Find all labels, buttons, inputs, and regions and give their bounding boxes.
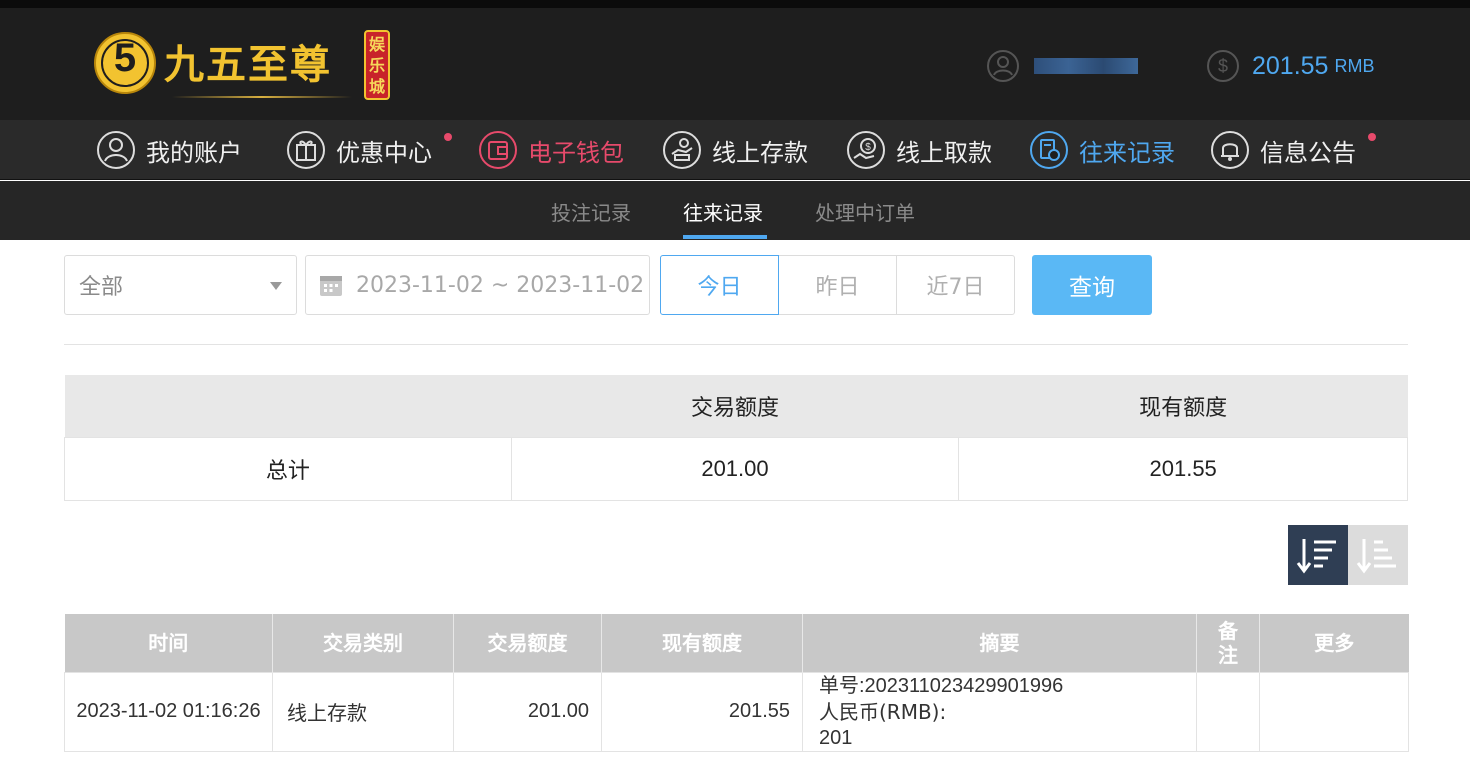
username-masked xyxy=(1034,58,1138,74)
nav-item-my-account[interactable]: 我的账户 xyxy=(96,129,242,171)
main-nav: 我的账户 优惠中心 电子钱包 线上存款 $ 线上取款 往来记录 信息公告 xyxy=(0,120,1470,180)
cell-balance: 201.55 xyxy=(601,671,803,752)
divider xyxy=(64,344,1408,345)
cell-amount: 201.00 xyxy=(453,671,602,752)
balance-amount: 201.55 xyxy=(1252,51,1329,80)
date-range-input[interactable]: 2023-11-02 ~ 2023-11-02 xyxy=(305,255,650,315)
column-header-balance[interactable]: 现有额度 xyxy=(601,614,803,672)
summary-amount: 201 xyxy=(819,726,853,749)
summary-header-label xyxy=(64,375,512,437)
cell-time: 2023-11-02 01:16:26 xyxy=(64,671,273,752)
cell-more[interactable] xyxy=(1259,671,1409,752)
summary-header-row: 交易额度 现有额度 xyxy=(64,375,1408,437)
sort-desc-button[interactable] xyxy=(1288,525,1348,585)
column-header-more[interactable]: 更多 xyxy=(1259,614,1409,672)
top-strip xyxy=(0,0,1470,8)
nav-item-online-deposit[interactable]: 线上存款 xyxy=(662,129,808,171)
logo-badge-text: 娱乐城 xyxy=(369,35,386,96)
column-header-type[interactable]: 交易类别 xyxy=(272,614,454,672)
quick-date-yesterday[interactable]: 昨日 xyxy=(778,255,897,315)
quick-date-today[interactable]: 今日 xyxy=(660,255,779,315)
logo-badge: 娱乐城 xyxy=(364,30,390,100)
svg-text:$: $ xyxy=(1218,56,1228,76)
records-table: 时间 交易类别 交易额度 现有额度 摘要 备注 更多 2023-11-02 01… xyxy=(64,614,1409,752)
nav-label: 优惠中心 xyxy=(336,138,432,167)
nav-label: 往来记录 xyxy=(1079,138,1175,167)
nav-item-e-wallet[interactable]: 电子钱包 xyxy=(478,129,624,171)
calendar-icon xyxy=(320,276,342,296)
tab-pending-orders[interactable]: 处理中订单 xyxy=(815,197,915,226)
notification-dot xyxy=(444,133,452,141)
type-select-value: 全部 xyxy=(79,275,124,300)
svg-text:$: $ xyxy=(865,142,871,153)
balance-currency: RMB xyxy=(1334,55,1375,76)
quick-date-last-7-days[interactable]: 近7日 xyxy=(896,255,1015,315)
sort-desc-icon xyxy=(1296,539,1336,574)
summary-current-amount: 201.55 xyxy=(958,436,1408,501)
wallet-icon xyxy=(479,131,517,169)
balance-info: $ 201.55 RMB xyxy=(1206,48,1374,84)
site-logo[interactable]: 5 九五至尊 娱乐城 xyxy=(92,22,392,108)
summary-currency: 人民币(RMB): xyxy=(819,699,947,724)
summary-table: 交易额度 现有额度 总计 201.00 201.55 xyxy=(64,375,1408,501)
query-button[interactable]: 查询 xyxy=(1032,255,1152,315)
logo-mark-text: 5 xyxy=(113,36,137,80)
nav-label: 电子钱包 xyxy=(528,138,624,167)
header: 5 九五至尊 娱乐城 $ 201.55 RMB xyxy=(0,8,1470,120)
sort-asc-button[interactable] xyxy=(1348,525,1408,585)
tab-active-indicator xyxy=(683,235,767,239)
column-header-remark-text: 备注 xyxy=(1218,618,1238,667)
quick-date-group: 今日 昨日 近7日 xyxy=(660,255,1015,315)
summary-header-trade: 交易额度 xyxy=(511,375,959,437)
withdraw-icon: $ xyxy=(847,131,885,169)
nav-item-promotions[interactable]: 优惠中心 xyxy=(286,129,452,171)
logo-text: 九五至尊 xyxy=(164,41,332,88)
tab-bet-records[interactable]: 投注记录 xyxy=(551,197,631,226)
summary-trade-amount: 201.00 xyxy=(510,436,960,501)
deposit-icon xyxy=(663,131,701,169)
nav-item-transaction-records[interactable]: 往来记录 xyxy=(1029,129,1175,171)
nav-label: 线上取款 xyxy=(896,138,992,167)
nav-item-announcements[interactable]: 信息公告 xyxy=(1210,129,1376,171)
user-icon xyxy=(97,131,135,169)
summary-order-no: 单号:202311023429901996 xyxy=(819,674,1064,697)
cell-remark xyxy=(1196,671,1260,752)
table-row[interactable]: 2023-11-02 01:16:26 线上存款 201.00 201.55 单… xyxy=(64,671,1409,752)
nav-label: 我的账户 xyxy=(146,138,242,167)
nav-label: 信息公告 xyxy=(1260,138,1356,167)
column-header-amount[interactable]: 交易额度 xyxy=(453,614,602,672)
cell-type: 线上存款 xyxy=(272,671,454,752)
summary-total-label: 总计 xyxy=(64,436,512,501)
chevron-down-icon xyxy=(270,282,282,290)
records-header-row: 时间 交易类别 交易额度 现有额度 摘要 备注 更多 xyxy=(64,614,1409,672)
summary-row: 总计 201.00 201.55 xyxy=(64,436,1408,501)
bell-icon xyxy=(1211,131,1249,169)
cell-summary: 单号:202311023429901996 人民币(RMB): 201 xyxy=(802,671,1197,752)
dollar-icon: $ xyxy=(1207,50,1239,82)
records-icon xyxy=(1030,131,1068,169)
column-header-time[interactable]: 时间 xyxy=(64,614,273,672)
tab-transaction-records[interactable]: 往来记录 xyxy=(683,197,763,226)
sort-asc-icon xyxy=(1356,539,1396,574)
column-header-remark[interactable]: 备注 xyxy=(1196,614,1260,672)
date-range-value: 2023-11-02 ~ 2023-11-02 xyxy=(356,272,645,298)
nav-label: 线上存款 xyxy=(712,138,808,167)
type-select[interactable]: 全部 xyxy=(64,255,297,315)
summary-header-current: 现有额度 xyxy=(958,375,1408,437)
notification-dot xyxy=(1368,133,1376,141)
column-header-summary[interactable]: 摘要 xyxy=(802,614,1197,672)
logo-ornament xyxy=(172,96,352,98)
user-icon xyxy=(987,50,1019,82)
user-info[interactable] xyxy=(986,48,1138,84)
sub-nav: 投注记录 往来记录 处理中订单 xyxy=(0,181,1470,240)
gift-icon xyxy=(287,131,325,169)
nav-item-online-withdraw[interactable]: $ 线上取款 xyxy=(846,129,992,171)
